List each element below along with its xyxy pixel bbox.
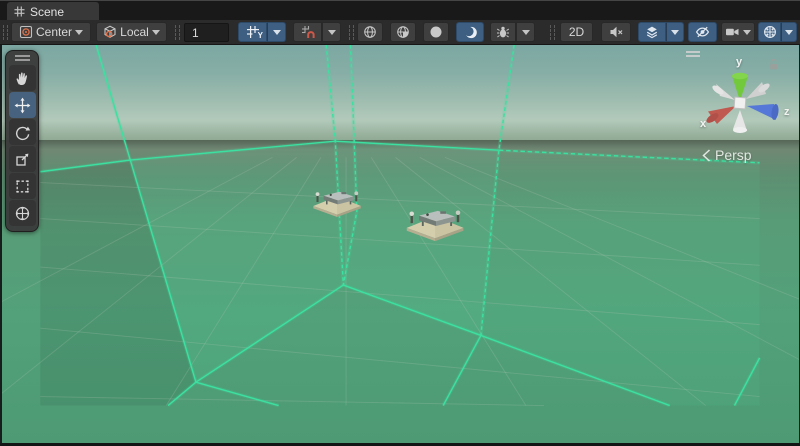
wireframe-globe-icon: [363, 25, 377, 39]
tool-move[interactable]: [9, 92, 36, 118]
toolbar-drag-handle[interactable]: [3, 25, 8, 40]
shaded-wireframe-mode-button[interactable]: [390, 22, 416, 42]
toolbar-drag-handle[interactable]: [175, 25, 180, 40]
effects-layers-icon: [645, 25, 659, 39]
scene-visibility-button[interactable]: [688, 22, 717, 42]
chevron-down-icon: [671, 30, 679, 35]
handle-orientation-label: Local: [120, 25, 149, 39]
camera-settings-button[interactable]: [721, 22, 755, 42]
axis-gizmo-icon: [695, 50, 795, 150]
viewport-border: [0, 45, 2, 446]
tool-pan[interactable]: [9, 65, 36, 91]
pivot-center-icon: [19, 25, 33, 39]
toolbar-drag-handle[interactable]: [550, 25, 555, 40]
pivot-mode-button[interactable]: Center: [11, 22, 91, 42]
gizmos-globe-icon: [763, 25, 777, 39]
grid-size-input[interactable]: [184, 23, 229, 42]
tool-transform[interactable]: [9, 200, 36, 226]
local-cube-icon: [103, 25, 117, 39]
snap-dropdown[interactable]: [322, 22, 341, 42]
effects-dropdown[interactable]: [666, 22, 684, 42]
pivot-mode-label: Center: [36, 25, 72, 39]
shaded-wireframe-globe-icon: [396, 25, 410, 39]
audio-toggle-button[interactable]: [601, 22, 631, 42]
handle-orientation-button[interactable]: Local: [96, 22, 167, 42]
speaker-muted-icon: [609, 25, 624, 39]
mode-2d-button[interactable]: 2D: [560, 22, 593, 42]
grid-icon: [14, 6, 25, 17]
gizmos-toggle-button[interactable]: [758, 22, 781, 42]
scale-icon: [14, 151, 31, 168]
tab-scene[interactable]: Scene: [7, 2, 99, 21]
tools-drag-handle[interactable]: [15, 55, 30, 61]
grid-visibility-button[interactable]: Y: [238, 22, 267, 42]
wireframe-mode-button[interactable]: [357, 22, 383, 42]
orientation-gizmo[interactable]: y x z: [695, 50, 795, 150]
debug-mode-button[interactable]: [490, 22, 516, 42]
tab-label: Scene: [30, 5, 64, 19]
chevron-down-icon: [743, 30, 751, 35]
projection-label: Persp: [715, 147, 752, 163]
chevron-down-icon: [75, 30, 83, 35]
gizmos-dropdown[interactable]: [781, 22, 797, 42]
hand-icon: [14, 70, 31, 87]
bug-icon: [496, 25, 510, 39]
chevron-down-icon: [522, 30, 530, 35]
scene-viewport[interactable]: y x z Persp: [0, 45, 800, 446]
axis-y-label[interactable]: y: [736, 56, 742, 68]
rect-icon: [14, 178, 31, 195]
grid-axis-label: Y: [258, 32, 263, 40]
snap-toggle-button[interactable]: [293, 22, 322, 42]
moon-icon: [463, 25, 478, 40]
tool-rect[interactable]: [9, 173, 36, 199]
eye-slash-icon: [695, 25, 710, 39]
toolbar-drag-handle[interactable]: [349, 25, 354, 40]
chevron-down-icon: [785, 30, 793, 35]
axis-z-label[interactable]: z: [784, 106, 790, 118]
chevron-down-icon: [273, 30, 281, 35]
tab-bar: Scene: [0, 0, 800, 20]
mode-2d-label: 2D: [569, 25, 584, 39]
scene-toolbar: Center Local Y: [0, 20, 800, 45]
snap-magnet-icon: [301, 25, 315, 39]
tool-rotate[interactable]: [9, 119, 36, 145]
unity-scene-window: Scene Center Local: [0, 0, 800, 446]
debug-mode-dropdown[interactable]: [516, 22, 535, 42]
chevron-down-icon: [328, 30, 336, 35]
lock-open-icon[interactable]: [768, 58, 780, 71]
shaded-mode-button[interactable]: [423, 22, 449, 42]
scene-canvas[interactable]: [0, 45, 800, 446]
move-icon: [14, 97, 31, 114]
navmesh-walls: [40, 141, 759, 405]
tools-overlay: [5, 50, 39, 232]
camera-icon: [725, 25, 740, 39]
transform-icon: [14, 205, 31, 222]
axis-x-label[interactable]: x: [700, 118, 706, 130]
chevron-left-icon: [702, 149, 711, 162]
shaded-sphere-icon: [429, 25, 443, 39]
projection-toggle[interactable]: Persp: [702, 147, 752, 163]
chevron-down-icon: [152, 30, 160, 35]
scene-lighting-button[interactable]: [456, 22, 484, 42]
grid-visibility-dropdown[interactable]: [267, 22, 286, 42]
effects-toggle-button[interactable]: [638, 22, 666, 42]
rotate-icon: [14, 124, 31, 141]
tool-scale[interactable]: [9, 146, 36, 172]
